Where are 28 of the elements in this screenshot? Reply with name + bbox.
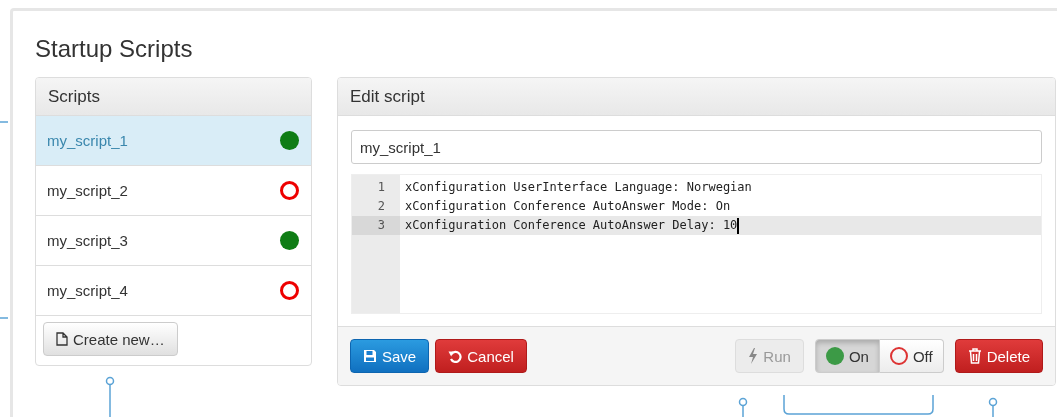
line-number: 1 xyxy=(376,179,386,196)
panel-title: Scripts xyxy=(48,86,100,107)
page-title: Startup Scripts xyxy=(35,35,193,63)
create-new-button[interactable]: Create new… xyxy=(43,322,178,356)
callout-pin xyxy=(105,376,115,417)
segmented-option[interactable]: On xyxy=(814,339,880,373)
script-name-field[interactable]: my_script_1 xyxy=(351,130,1042,164)
code-line: xConfiguration UserInterface Language: Norwegian xyxy=(404,179,753,196)
line-number: 3 xyxy=(352,216,400,235)
lightning-bolt-icon xyxy=(748,348,759,364)
segmented-option[interactable]: Off xyxy=(879,339,944,373)
callout-line xyxy=(0,121,9,123)
file-icon xyxy=(56,332,68,346)
filled-circle-icon xyxy=(825,347,844,365)
trash-icon xyxy=(967,348,982,364)
line-number: 2 xyxy=(376,198,386,215)
delete-button[interactable]: Delete xyxy=(954,339,1043,373)
code-line: xConfiguration Conference AutoAnswer Mode: On xyxy=(404,198,732,215)
callout-pin xyxy=(988,397,998,417)
ring-icon xyxy=(889,347,908,365)
cancel-button[interactable]: Cancel xyxy=(435,339,527,373)
callout-line xyxy=(0,317,9,319)
panel-title: Edit script xyxy=(350,86,425,107)
text-cursor xyxy=(737,217,740,234)
code-editor[interactable]: 1 2 3 xConfiguration UserInterface Language: Norwegian xConfiguration Conference AutoAnswer Mode: On xConfiguration Conference AutoAnswer Delay: 10 xyxy=(351,174,1042,314)
undo-icon xyxy=(448,349,463,363)
save-button[interactable]: Save xyxy=(350,339,430,373)
callout-pin xyxy=(738,397,748,417)
